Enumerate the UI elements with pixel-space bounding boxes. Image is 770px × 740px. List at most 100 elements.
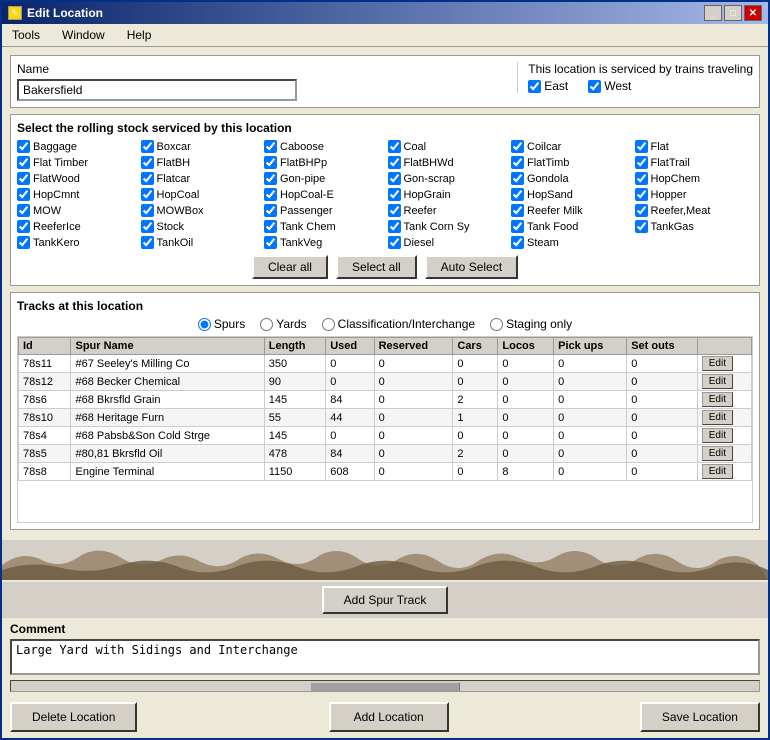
edit-button[interactable]: Edit (702, 356, 733, 371)
cell-cars: 0 (453, 355, 498, 373)
stock-steam[interactable]: Steam (511, 236, 630, 249)
stock-mow[interactable]: MOW (17, 204, 136, 217)
clear-all-button[interactable]: Clear all (252, 255, 328, 279)
stock-hopgrain[interactable]: HopGrain (388, 188, 507, 201)
add-spur-row: Add Spur Track (2, 582, 768, 618)
stock-hopcoale[interactable]: HopCoal-E (264, 188, 383, 201)
stock-gondola[interactable]: Gondola (511, 172, 630, 185)
stock-flattimber[interactable]: Flat Timber (17, 156, 136, 169)
menu-tools[interactable]: Tools (6, 26, 46, 44)
track-type-classification[interactable]: Classification/Interchange (322, 317, 475, 331)
close-button[interactable]: ✕ (744, 5, 762, 21)
stock-tankkero[interactable]: TankKero (17, 236, 136, 249)
stock-reeferice[interactable]: ReeferIce (17, 220, 136, 233)
stock-tankgas[interactable]: TankGas (635, 220, 754, 233)
cell-id: 78s4 (19, 427, 71, 445)
stock-flatbhwd[interactable]: FlatBHWd (388, 156, 507, 169)
col-setouts: Set outs (627, 338, 698, 355)
stock-gonpipe[interactable]: Gon-pipe (264, 172, 383, 185)
west-checkbox-item[interactable]: West (588, 79, 631, 93)
stock-caboose[interactable]: Caboose (264, 140, 383, 153)
cell-pickups: 0 (554, 391, 627, 409)
edit-button[interactable]: Edit (702, 374, 733, 389)
stock-diesel[interactable]: Diesel (388, 236, 507, 249)
edit-button[interactable]: Edit (702, 410, 733, 425)
menu-window[interactable]: Window (56, 26, 111, 44)
stock-flattimb[interactable]: FlatTimb (511, 156, 630, 169)
table-row: 78s5 #80,81 Bkrsfld Oil 478 84 0 2 0 0 0… (19, 445, 752, 463)
stock-flatcar[interactable]: Flatcar (141, 172, 260, 185)
name-input[interactable] (17, 79, 297, 101)
east-checkbox[interactable] (528, 80, 541, 93)
east-checkbox-item[interactable]: East (528, 79, 568, 93)
cell-cars: 2 (453, 391, 498, 409)
radio-yards[interactable] (260, 318, 273, 331)
cell-id: 78s6 (19, 391, 71, 409)
stock-tankcornsy[interactable]: Tank Corn Sy (388, 220, 507, 233)
add-spur-button[interactable]: Add Spur Track (322, 586, 449, 614)
stock-stock[interactable]: Stock (141, 220, 260, 233)
stock-hopcmnt[interactable]: HopCmnt (17, 188, 136, 201)
stock-gonscrap[interactable]: Gon-scrap (388, 172, 507, 185)
stock-hopsand[interactable]: HopSand (511, 188, 630, 201)
track-type-yards[interactable]: Yards (260, 317, 306, 331)
west-checkbox[interactable] (588, 80, 601, 93)
edit-button[interactable]: Edit (702, 392, 733, 407)
stock-flatwood[interactable]: FlatWood (17, 172, 136, 185)
stock-hopper[interactable]: Hopper (635, 188, 754, 201)
table-row: 78s6 #68 Bkrsfld Grain 145 84 0 2 0 0 0 … (19, 391, 752, 409)
stock-tankveg[interactable]: TankVeg (264, 236, 383, 249)
stock-flat[interactable]: Flat (635, 140, 754, 153)
comment-input[interactable]: Large Yard with Sidings and Interchange (10, 639, 760, 675)
maximize-button[interactable]: □ (724, 5, 742, 21)
stock-boxcar[interactable]: Boxcar (141, 140, 260, 153)
stock-tankfood[interactable]: Tank Food (511, 220, 630, 233)
stock-reefer[interactable]: Reefer (388, 204, 507, 217)
cell-used: 0 (326, 373, 374, 391)
cell-edit: Edit (697, 373, 751, 391)
radio-spurs[interactable] (198, 318, 211, 331)
comment-label: Comment (10, 622, 760, 636)
stock-hopcoal[interactable]: HopCoal (141, 188, 260, 201)
cell-cars: 1 (453, 409, 498, 427)
stock-flatbh[interactable]: FlatBH (141, 156, 260, 169)
edit-button[interactable]: Edit (702, 446, 733, 461)
radio-classification[interactable] (322, 318, 335, 331)
tracks-data-table: Id Spur Name Length Used Reserved Cars L… (18, 337, 752, 481)
stock-flatbhpp[interactable]: FlatBHPp (264, 156, 383, 169)
stock-flattrail[interactable]: FlatTrail (635, 156, 754, 169)
track-type-spurs[interactable]: Spurs (198, 317, 245, 331)
stock-coilcar[interactable]: Coilcar (511, 140, 630, 153)
edit-button[interactable]: Edit (702, 464, 733, 479)
table-row: 78s12 #68 Becker Chemical 90 0 0 0 0 0 0… (19, 373, 752, 391)
col-reserved: Reserved (374, 338, 453, 355)
select-all-button[interactable]: Select all (336, 255, 417, 279)
minimize-button[interactable]: _ (704, 5, 722, 21)
cell-cars: 0 (453, 373, 498, 391)
stock-mowbox[interactable]: MOWBox (141, 204, 260, 217)
comment-scrollbar[interactable] (10, 680, 760, 692)
stock-hopchem[interactable]: HopChem (635, 172, 754, 185)
stock-tankchem[interactable]: Tank Chem (264, 220, 383, 233)
west-label: West (604, 79, 631, 93)
menu-help[interactable]: Help (121, 26, 158, 44)
stock-reefermilk[interactable]: Reefer Milk (511, 204, 630, 217)
stock-reefermeat[interactable]: Reefer,Meat (635, 204, 754, 217)
title-bar-left: ✎ Edit Location (8, 6, 103, 20)
auto-select-button[interactable]: Auto Select (425, 255, 518, 279)
cell-reserved: 0 (374, 409, 453, 427)
stock-button-row: Clear all Select all Auto Select (17, 255, 753, 279)
radio-staging[interactable] (490, 318, 503, 331)
cell-pickups: 0 (554, 463, 627, 481)
cell-setouts: 0 (627, 373, 698, 391)
delete-location-button[interactable]: Delete Location (10, 702, 137, 732)
save-location-button[interactable]: Save Location (640, 702, 760, 732)
stock-passenger[interactable]: Passenger (264, 204, 383, 217)
stock-baggage[interactable]: Baggage (17, 140, 136, 153)
stock-coal[interactable]: Coal (388, 140, 507, 153)
stock-tankoil[interactable]: TankOil (141, 236, 260, 249)
add-location-button[interactable]: Add Location (329, 702, 449, 732)
edit-button[interactable]: Edit (702, 428, 733, 443)
cell-length: 145 (264, 427, 325, 445)
track-type-staging[interactable]: Staging only (490, 317, 572, 331)
